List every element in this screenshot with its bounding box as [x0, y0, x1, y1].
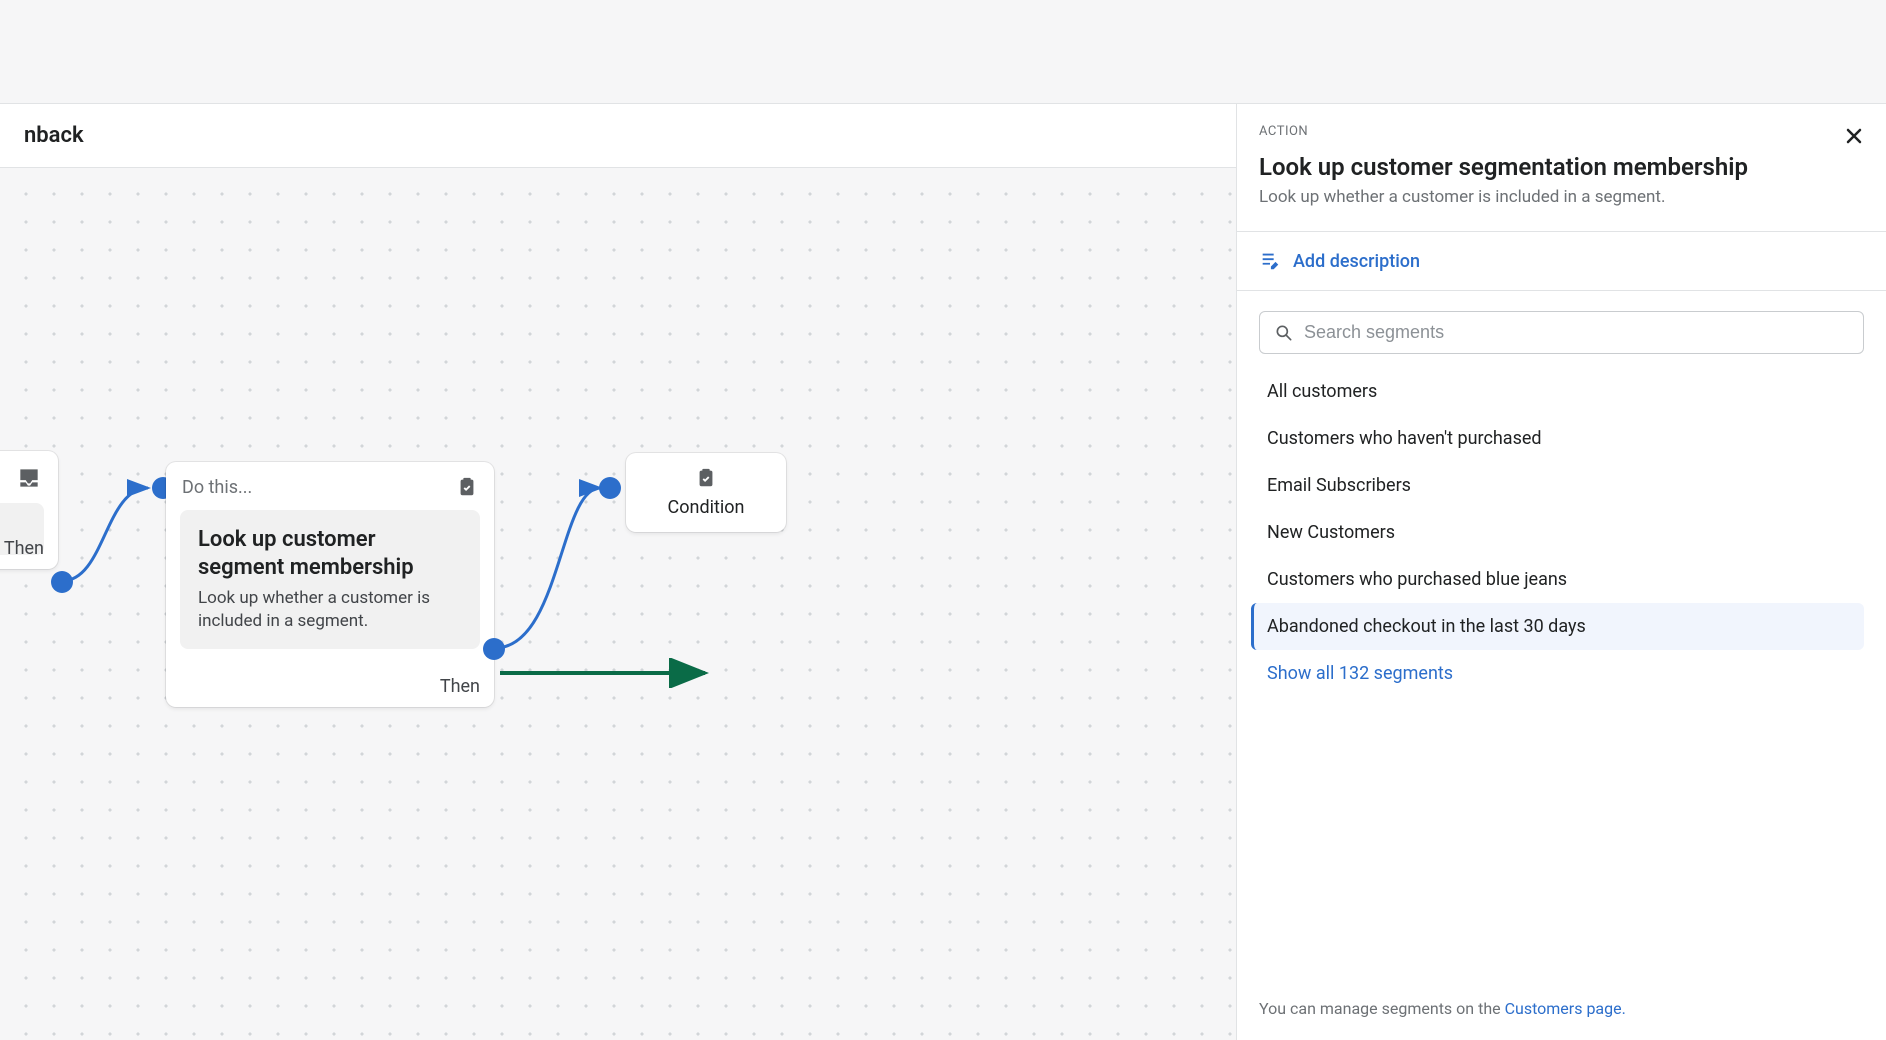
trigger-node[interactable]: Then [0, 451, 58, 569]
panel-subtitle: Look up whether a customer is included i… [1259, 187, 1864, 207]
panel-title: Look up customer segmentation membership [1259, 153, 1864, 181]
note-icon [1259, 250, 1281, 272]
segment-item[interactable]: Customers who haven't purchased [1259, 415, 1864, 462]
inbox-icon [16, 465, 42, 491]
segment-search-input[interactable] [1304, 322, 1849, 343]
segment-item[interactable]: New Customers [1259, 509, 1864, 556]
action-node-desc: Look up whether a customer is included i… [198, 587, 462, 633]
action-node-label: Do this... [182, 477, 252, 498]
app-topbar [0, 0, 1886, 104]
action-then-port[interactable] [483, 638, 505, 660]
workflow-title: nback [24, 123, 84, 148]
add-description-row[interactable]: Add description [1237, 232, 1886, 291]
panel-footer: You can manage segments on the Customers… [1237, 977, 1886, 1040]
segment-search-box[interactable] [1259, 311, 1864, 354]
action-config-panel: ACTION Look up customer segmentation mem… [1236, 104, 1886, 1040]
action-node-title: Look up customer segment membership [198, 526, 462, 581]
condition-input-port[interactable] [599, 477, 621, 499]
panel-header: ACTION Look up customer segmentation mem… [1237, 104, 1886, 232]
show-all-segments-link[interactable]: Show all 132 segments [1259, 650, 1864, 684]
segment-item[interactable]: All customers [1259, 368, 1864, 415]
customers-page-link[interactable]: Customers page. [1505, 999, 1626, 1018]
search-icon [1274, 323, 1294, 343]
annotation-arrow [500, 658, 720, 688]
panel-body: All customers Customers who haven't purc… [1237, 291, 1886, 977]
trigger-then-label: Then [4, 538, 44, 559]
clipboard-check-icon [695, 467, 717, 489]
trigger-then-port[interactable] [51, 571, 73, 593]
segment-item-selected[interactable]: Abandoned checkout in the last 30 days [1251, 603, 1864, 650]
clipboard-check-icon [456, 476, 478, 498]
segment-item[interactable]: Customers who purchased blue jeans [1259, 556, 1864, 603]
panel-eyebrow: ACTION [1259, 124, 1864, 139]
add-description-link[interactable]: Add description [1293, 251, 1420, 272]
segment-item[interactable]: Email Subscribers [1259, 462, 1864, 509]
condition-label: Condition [668, 497, 745, 518]
action-node-body: Look up customer segment membership Look… [180, 510, 480, 649]
close-panel-button[interactable] [1840, 122, 1868, 150]
footer-text: You can manage segments on the [1259, 999, 1505, 1018]
segment-list: All customers Customers who haven't purc… [1259, 368, 1864, 684]
close-icon [1844, 126, 1864, 146]
action-then-label: Then [440, 676, 480, 697]
condition-node[interactable]: Condition [626, 453, 786, 532]
action-node[interactable]: Do this... Look up customer segment memb… [166, 462, 494, 707]
workflow-canvas[interactable]: Then Do this... Look up customer segment… [0, 168, 1366, 1040]
